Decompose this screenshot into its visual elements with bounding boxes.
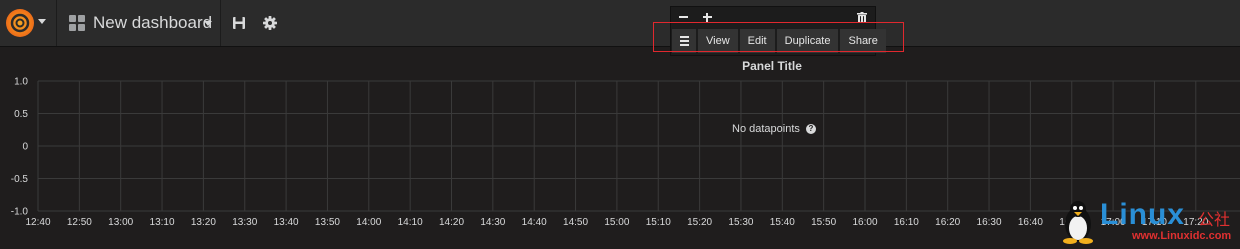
watermark-text: Linux (1100, 198, 1185, 231)
x-tick-label: 13:00 (108, 217, 133, 228)
minus-icon[interactable] (679, 16, 688, 18)
grafana-logo-icon (6, 9, 34, 37)
x-tick-label: 14:50 (563, 217, 588, 228)
gear-icon[interactable] (262, 15, 278, 31)
dashboard-grid-icon (69, 15, 85, 31)
x-tick-label: 13:20 (191, 217, 216, 228)
red-highlight-box (653, 22, 904, 52)
y-tick-label: 0.5 (14, 109, 28, 120)
dashboard-title: New dashboard (93, 13, 213, 32)
x-tick-label: 13:10 (150, 217, 175, 228)
x-tick-label: 14:20 (439, 217, 464, 228)
watermark: Linux 公社 www.Linuxidc.com (1058, 198, 1240, 246)
save-icon[interactable] (231, 15, 247, 31)
chevron-down-icon (204, 21, 212, 26)
question-circle-icon[interactable]: ? (805, 124, 816, 134)
no-datapoints-message: No datapoints? (732, 123, 816, 135)
x-tick-label: 13:50 (315, 217, 340, 228)
dashboard-picker[interactable]: New dashboard (57, 0, 221, 46)
x-tick-label: 16:30 (977, 217, 1002, 228)
x-tick-label: 16:20 (935, 217, 960, 228)
x-tick-label: 16:10 (894, 217, 919, 228)
y-tick-label: -1.0 (11, 207, 29, 218)
watermark-url: www.Linuxidc.com (1132, 230, 1232, 242)
watermark-chinese: 公社 (1198, 212, 1231, 229)
x-tick-label: 16:40 (1018, 217, 1043, 228)
x-tick-label: 15:20 (687, 217, 712, 228)
penguin-logo-icon (1063, 201, 1093, 244)
x-tick-label: 13:40 (274, 217, 299, 228)
x-tick-label: 15:10 (646, 217, 671, 228)
x-tick-label: 16:00 (852, 217, 877, 228)
top-navbar: New dashboard (0, 0, 1240, 47)
chevron-down-icon (38, 19, 46, 24)
x-tick-label: 15:00 (604, 217, 629, 228)
x-tick-label: 15:30 (728, 217, 753, 228)
grafana-menu-button[interactable] (0, 0, 57, 46)
x-tick-label: 13:30 (232, 217, 257, 228)
no-datapoints-text: No datapoints (732, 123, 800, 135)
x-tick-label: 14:00 (356, 217, 381, 228)
y-tick-label: 0 (22, 142, 28, 153)
plus-icon-vertical[interactable] (706, 13, 708, 22)
x-tick-label: 12:40 (25, 217, 50, 228)
y-tick-label: 1.0 (14, 77, 28, 88)
x-tick-label: 15:40 (770, 217, 795, 228)
x-tick-label: 15:50 (811, 217, 836, 228)
x-tick-label: 14:40 (522, 217, 547, 228)
y-tick-label: -0.5 (11, 174, 29, 185)
x-tick-label: 14:10 (398, 217, 423, 228)
x-tick-label: 14:30 (480, 217, 505, 228)
graph-area: 1.0 0.5 0 -0.5 -1.0 12:40 12:50 13:00 13:10 13:2… (11, 77, 1240, 228)
x-tick-label: 12:50 (67, 217, 92, 228)
